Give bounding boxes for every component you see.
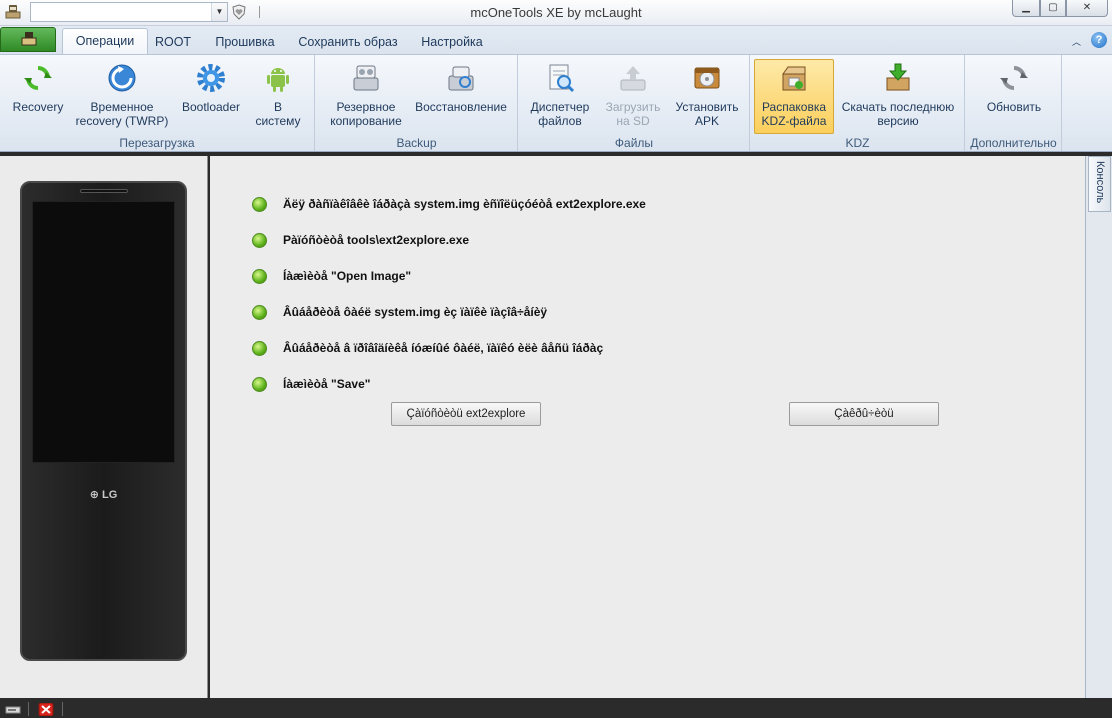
ribbon-group-files: Диспетчер файлов Загрузить на SD Установ… (519, 55, 750, 151)
phone-image: ⊕ LG (20, 181, 187, 661)
temporary-recovery-icon (108, 64, 136, 92)
ribbon: Recovery Временное recovery (TWRP) Bootl… (0, 54, 1112, 152)
bootloader-label: Bootloader (181, 100, 241, 114)
ribbon-group-label-backup: Backup (396, 136, 437, 150)
tab-save-image[interactable]: Сохранить образ (292, 32, 404, 54)
phone-logo: ⊕ LG (89, 489, 118, 501)
ribbon-group-label-additional: Дополнительно (970, 136, 1057, 150)
temporary-recovery-button[interactable]: Временное recovery (TWRP) (72, 59, 172, 129)
tab-console[interactable]: Консоль (1088, 156, 1111, 212)
backup-icon (353, 65, 379, 91)
help-icon[interactable]: ? (1091, 32, 1107, 48)
refresh-icon (24, 66, 52, 90)
status-led-icon (252, 269, 267, 284)
update-button[interactable]: Обновить (976, 59, 1052, 115)
tab-settings[interactable]: Настройка (412, 32, 492, 54)
bootloader-button[interactable]: Bootloader (176, 59, 246, 115)
status-led-icon (252, 341, 267, 356)
ribbon-group-additional: Обновить Дополнительно (966, 55, 1062, 151)
file-manager-icon (549, 64, 575, 93)
ribbon-group-kdz: Распаковка KDZ-файла Скачать последнюю в… (751, 55, 965, 151)
launch-ext2explore-button[interactable]: Çàïóñòèòü ext2explore (391, 402, 541, 426)
gear-icon (197, 64, 225, 92)
boot-system-button[interactable]: В систему (250, 59, 306, 129)
ribbon-group-reboot: Recovery Временное recovery (TWRP) Bootl… (0, 55, 315, 151)
instruction-text: Íàæìèòå "Open Image" (283, 269, 412, 283)
status-separator (28, 702, 29, 716)
tab-operations[interactable]: Операции (62, 28, 148, 55)
download-latest-button[interactable]: Скачать последнюю версию (839, 59, 957, 129)
install-apk-label: Установить APK (675, 100, 739, 128)
unpack-kdz-icon (782, 66, 806, 91)
title-bar: ▼ mcOneTools XE by mcLaught ▁ ▢ ✕ (0, 0, 1112, 26)
upload-sd-button[interactable]: Загрузить на SD (599, 59, 667, 129)
maximize-button[interactable]: ▢ (1040, 0, 1066, 17)
backup-label: Резервное копирование (330, 100, 402, 128)
update-icon (1000, 66, 1028, 90)
restore-icon (448, 66, 474, 91)
boot-system-label: В систему (255, 100, 301, 128)
phone-screen (32, 201, 175, 463)
ribbon-group-label-files: Файлы (614, 136, 654, 150)
instruction-text: Íàæìèòå "Save" (283, 377, 371, 391)
close-button[interactable]: ✕ (1066, 0, 1108, 17)
android-icon (267, 68, 289, 92)
phone-speaker (80, 189, 128, 193)
status-led-icon (252, 197, 267, 212)
instruction-text: Pàïóñòèòå tools\ext2explore.exe (283, 233, 470, 247)
download-icon (886, 63, 910, 91)
temporary-recovery-label: Временное recovery (TWRP) (75, 100, 169, 128)
ribbon-group-backup: Резервное копирование Восстановление Bac… (316, 55, 518, 151)
ribbon-minimize-icon[interactable]: ︿ (1072, 35, 1081, 48)
ribbon-group-label-kdz: KDZ (845, 136, 870, 150)
instructions-panel: Äëÿ ðàñïàêîâêè îáðàçà system.img èñïîëüç… (210, 156, 1085, 698)
instruction-text: Âûáåðèòå ôàéë system.img èç ïàïêè ïàçîâ÷… (283, 305, 548, 319)
instruction-text: Âûáåðèòå â ïðîâîäíèêå íóæíûé ôàéë, ïàïêó… (283, 341, 604, 355)
minimize-button[interactable]: ▁ (1012, 0, 1040, 17)
device-panel: ⊕ LG (0, 156, 208, 698)
status-led-icon (252, 233, 267, 248)
restore-label: Восстановление (415, 100, 507, 114)
instruction-text: Äëÿ ðàñïàêîâêè îáðàçà system.img èñïîëüç… (283, 197, 646, 211)
install-apk-icon (694, 67, 720, 89)
unpack-kdz-label: Распаковка KDZ-файла (761, 100, 827, 128)
tab-firmware[interactable]: Прошивка (207, 32, 283, 54)
device-status-icon[interactable] (5, 703, 21, 716)
error-icon[interactable] (38, 703, 54, 716)
install-apk-button[interactable]: Установить APK (671, 59, 743, 129)
status-separator (62, 702, 63, 716)
console-sidebar: Консоль (1085, 156, 1112, 698)
console-label: Консоль (1094, 161, 1106, 204)
upload-sd-icon (620, 66, 646, 91)
upload-sd-label: Загрузить на SD (605, 100, 661, 128)
ribbon-tabs: Операции ROOT Прошивка Сохранить образ Н… (0, 26, 1112, 55)
update-label: Обновить (986, 100, 1042, 114)
file-manager-label: Диспетчер файлов (530, 100, 590, 128)
backup-button[interactable]: Резервное копирование (322, 59, 410, 129)
recovery-button[interactable]: Recovery (8, 59, 68, 115)
application-menu-button[interactable] (0, 27, 56, 52)
app-menu-icon (21, 32, 37, 46)
close-dialog-button[interactable]: Çàêðû÷èòü (789, 402, 939, 426)
tab-root[interactable]: ROOT (150, 32, 196, 54)
ribbon-group-label-reboot: Перезагрузка (119, 136, 195, 150)
download-latest-label: Скачать последнюю версию (841, 100, 955, 128)
window-title: mcOneTools XE by mcLaught (470, 5, 642, 20)
status-bar (0, 700, 1112, 718)
recovery-label: Recovery (12, 100, 64, 114)
status-led-icon (252, 377, 267, 392)
status-led-icon (252, 305, 267, 320)
file-manager-button[interactable]: Диспетчер файлов (525, 59, 595, 129)
unpack-kdz-button[interactable]: Распаковка KDZ-файла (754, 59, 834, 134)
restore-button[interactable]: Восстановление (412, 59, 510, 115)
